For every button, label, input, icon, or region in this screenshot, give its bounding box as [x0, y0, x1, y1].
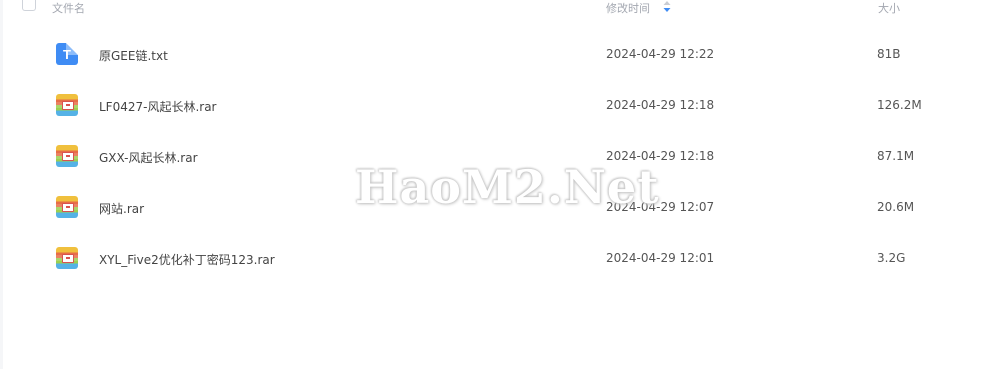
file-name[interactable]: XYL_Five2优化补丁密码123.rar — [99, 251, 275, 268]
file-name[interactable]: 网站.rar — [99, 200, 144, 217]
select-all-checkbox[interactable] — [22, 0, 36, 11]
file-row[interactable]: T 原GEE链.txt 2024-04-29 12:22 81B — [0, 33, 1003, 84]
sort-descending-icon[interactable] — [663, 1, 671, 12]
file-name[interactable]: LF0427-风起长林.rar — [99, 98, 217, 115]
column-header-modified[interactable]: 修改时间 — [606, 0, 650, 16]
file-modified-time: 2024-04-29 12:22 — [606, 47, 715, 61]
archive-file-icon — [56, 196, 78, 218]
column-header-size[interactable]: 大小 — [878, 0, 900, 16]
archive-file-icon — [56, 94, 78, 116]
file-row[interactable]: LF0427-风起长林.rar 2024-04-29 12:18 126.2M — [0, 84, 1003, 135]
watermark-text: HaoM2.Net — [355, 160, 660, 214]
file-row[interactable]: XYL_Five2优化补丁密码123.rar 2024-04-29 12:01 … — [0, 237, 1003, 288]
archive-file-icon — [56, 145, 78, 167]
file-size: 3.2G — [877, 251, 906, 265]
file-modified-time: 2024-04-29 12:01 — [606, 251, 715, 265]
file-size: 20.6M — [877, 200, 915, 214]
file-size: 81B — [877, 47, 901, 61]
file-name[interactable]: GXX-风起长林.rar — [99, 149, 198, 166]
file-name[interactable]: 原GEE链.txt — [99, 47, 168, 64]
archive-file-icon — [56, 247, 78, 269]
file-size: 126.2M — [877, 98, 922, 112]
column-header-name[interactable]: 文件名 — [52, 0, 85, 16]
file-list-header: 文件名 修改时间 大小 — [0, 0, 1003, 16]
text-file-icon: T — [56, 43, 78, 65]
file-modified-time: 2024-04-29 12:18 — [606, 98, 715, 112]
file-size: 87.1M — [877, 149, 915, 163]
